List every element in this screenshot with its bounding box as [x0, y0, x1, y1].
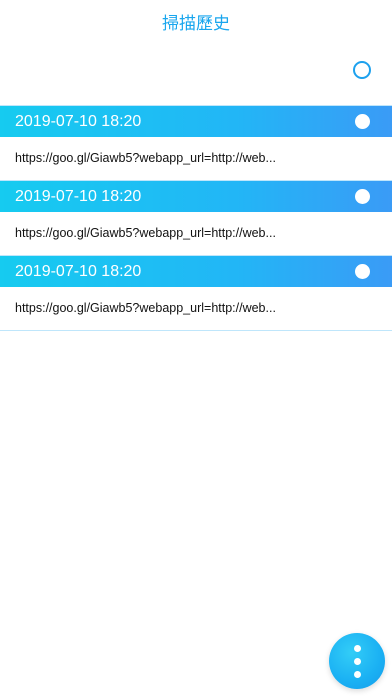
- record-select-icon[interactable]: [355, 189, 370, 204]
- list-item[interactable]: 2019-07-10 18:20 https://goo.gl/Giawb5?w…: [0, 180, 392, 255]
- record-header[interactable]: 2019-07-10 18:20: [0, 255, 392, 287]
- history-list: 2019-07-10 18:20 https://goo.gl/Giawb5?w…: [0, 105, 392, 331]
- dot: [354, 658, 361, 665]
- record-header[interactable]: 2019-07-10 18:20: [0, 180, 392, 212]
- list-divider: [0, 330, 392, 331]
- record-date: 2019-07-10 18:20: [15, 113, 142, 130]
- list-item[interactable]: 2019-07-10 18:20 https://goo.gl/Giawb5?w…: [0, 105, 392, 180]
- record-date: 2019-07-10 18:20: [15, 263, 142, 280]
- record-select-icon[interactable]: [355, 114, 370, 129]
- record-url[interactable]: https://goo.gl/Giawb5?webapp_url=http://…: [0, 137, 392, 180]
- record-date: 2019-07-10 18:20: [15, 188, 142, 205]
- record-url[interactable]: https://goo.gl/Giawb5?webapp_url=http://…: [0, 212, 392, 255]
- list-item[interactable]: 2019-07-10 18:20 https://goo.gl/Giawb5?w…: [0, 255, 392, 330]
- dot: [354, 645, 361, 652]
- dot: [354, 671, 361, 678]
- record-url[interactable]: https://goo.gl/Giawb5?webapp_url=http://…: [0, 287, 392, 330]
- record-header[interactable]: 2019-07-10 18:20: [0, 105, 392, 137]
- select-all-icon[interactable]: [353, 61, 371, 79]
- more-options-button[interactable]: [329, 633, 385, 689]
- page-title: 掃描歷史: [162, 14, 230, 34]
- record-select-icon[interactable]: [355, 264, 370, 279]
